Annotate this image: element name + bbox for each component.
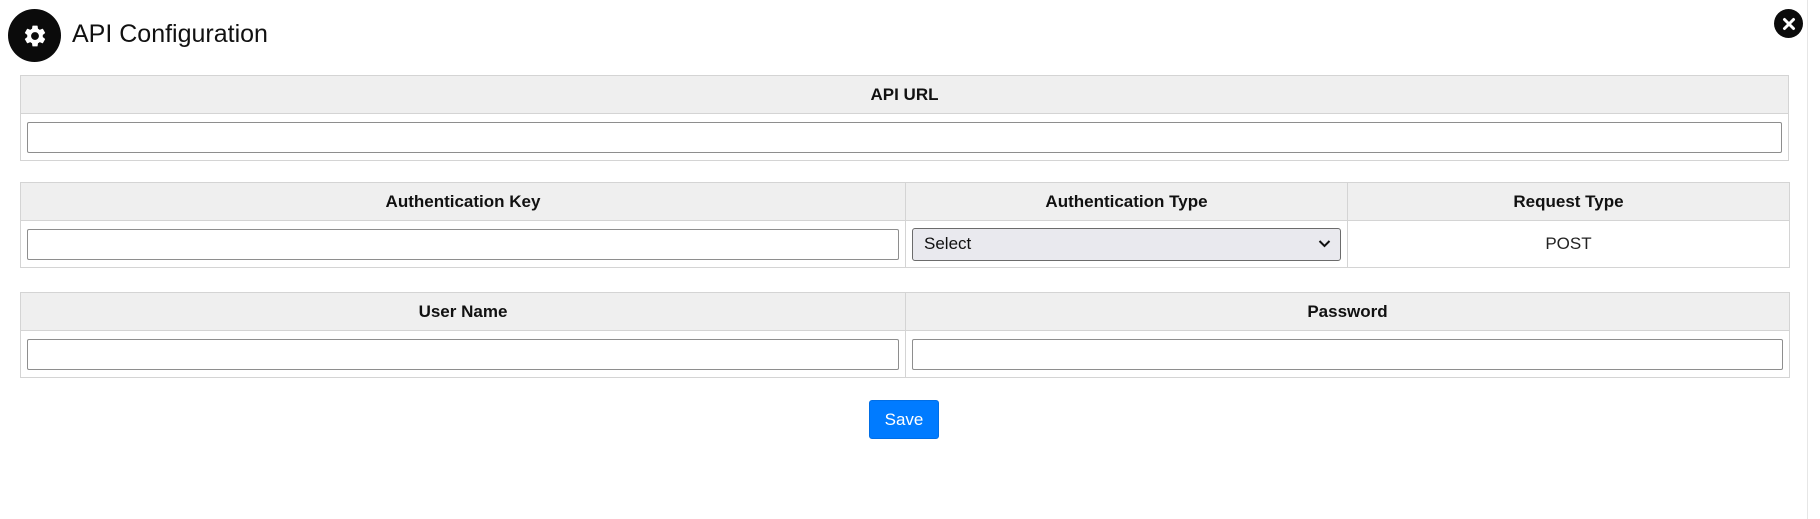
user-name-input[interactable] [27,338,899,370]
authentication-type-selected: Select [924,234,972,253]
api-url-cell [20,113,1789,161]
password-header: Password [905,292,1790,331]
close-icon[interactable] [1774,9,1803,38]
authentication-key-header: Authentication Key [20,182,906,221]
request-type-value: POST [1545,234,1592,253]
api-url-header: API URL [20,75,1789,114]
chevron-down-icon [1318,240,1331,248]
authentication-type-cell: Select [905,220,1348,268]
user-name-header: User Name [20,292,906,331]
authentication-type-select[interactable]: Select [912,227,1341,261]
api-url-input[interactable] [27,121,1782,153]
request-type-header: Request Type [1347,182,1790,221]
authentication-table: Authentication Key Authentication Type R… [20,182,1790,268]
api-url-table: API URL [20,75,1789,161]
save-button[interactable]: Save [869,400,939,439]
authentication-key-input[interactable] [27,228,899,260]
password-cell [905,330,1790,378]
user-name-cell [20,330,906,378]
request-type-cell: POST [1347,220,1790,268]
authentication-type-header: Authentication Type [905,182,1348,221]
authentication-key-cell [20,220,906,268]
window-edge [1807,0,1808,519]
page-title: API Configuration [72,20,268,48]
api-configuration-dialog: API Configuration API URL Authentication… [0,0,1820,519]
credentials-table: User Name Password [20,292,1790,378]
password-input[interactable] [912,338,1783,370]
dialog-header: API Configuration [8,9,268,62]
gear-icon [8,9,61,62]
